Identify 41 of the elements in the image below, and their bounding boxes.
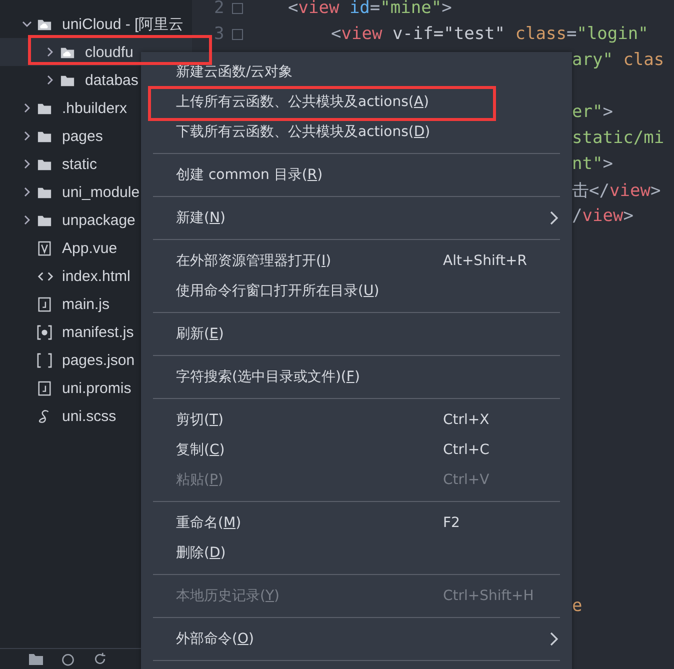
menu-item[interactable]: 字符搜索(选中目录或文件)(F) xyxy=(141,362,572,392)
menu-item[interactable]: 外部命令(O) xyxy=(141,624,572,654)
chevron-icon[interactable] xyxy=(22,215,32,225)
menu-item[interactable]: 刷新(E) xyxy=(141,319,572,349)
menu-item[interactable]: 使用命令行窗口打开所在目录(U) xyxy=(141,276,572,306)
tree-item[interactable]: uniCloud - [阿里云 xyxy=(0,10,192,38)
code-line: static/mi xyxy=(572,128,664,148)
menu-item[interactable]: 在外部资源管理器打开(I) Alt+Shift+R xyxy=(141,246,572,276)
file-v-icon xyxy=(37,240,52,256)
code-line: er"> xyxy=(572,102,613,122)
menu-item[interactable]: 上传所有云函数、公共模块及actions(A) xyxy=(141,87,572,117)
line-number: 3 xyxy=(214,24,224,44)
file-icon xyxy=(37,380,52,396)
chevron-icon[interactable] xyxy=(22,19,32,29)
chevron-icon[interactable] xyxy=(22,187,32,197)
line-number: 2 xyxy=(214,0,224,18)
refresh-icon[interactable] xyxy=(92,652,108,666)
menu-item[interactable]: 下载所有云函数、公共模块及actions(D) xyxy=(141,117,572,147)
code-line: 击</view> xyxy=(572,180,661,202)
code-line: <view v-if="test" class="login" xyxy=(330,24,648,44)
chevron-icon[interactable] xyxy=(45,75,55,85)
code-line: /view> xyxy=(572,206,634,226)
chevron-icon[interactable] xyxy=(22,159,32,169)
code-line: <view id="mine"> xyxy=(288,0,452,18)
circle-icon[interactable] xyxy=(60,652,76,666)
menu-item[interactable]: 创建 common 目录(R) xyxy=(141,160,572,190)
square-brackets-icon xyxy=(37,352,52,368)
menu-item[interactable]: 删除(D) xyxy=(141,538,572,568)
menu-item[interactable]: 新建(N) xyxy=(141,203,572,233)
chevron-icon[interactable] xyxy=(22,103,32,113)
code-line: nt"> xyxy=(572,154,613,174)
chevron-icon[interactable] xyxy=(22,131,32,141)
code-line: ary" clas xyxy=(572,50,664,70)
file-icon xyxy=(37,296,52,312)
chevron-icon[interactable] xyxy=(45,47,55,57)
menu-item[interactable]: 复制(C) Ctrl+C xyxy=(141,435,572,465)
menu-item[interactable]: 重命名(M) F2 xyxy=(141,508,572,538)
settings-file-icon xyxy=(37,324,52,340)
code-line: e xyxy=(572,596,582,616)
menu-item[interactable]: 剪切(T) Ctrl+X xyxy=(141,405,572,435)
folder-icon[interactable] xyxy=(28,652,44,666)
